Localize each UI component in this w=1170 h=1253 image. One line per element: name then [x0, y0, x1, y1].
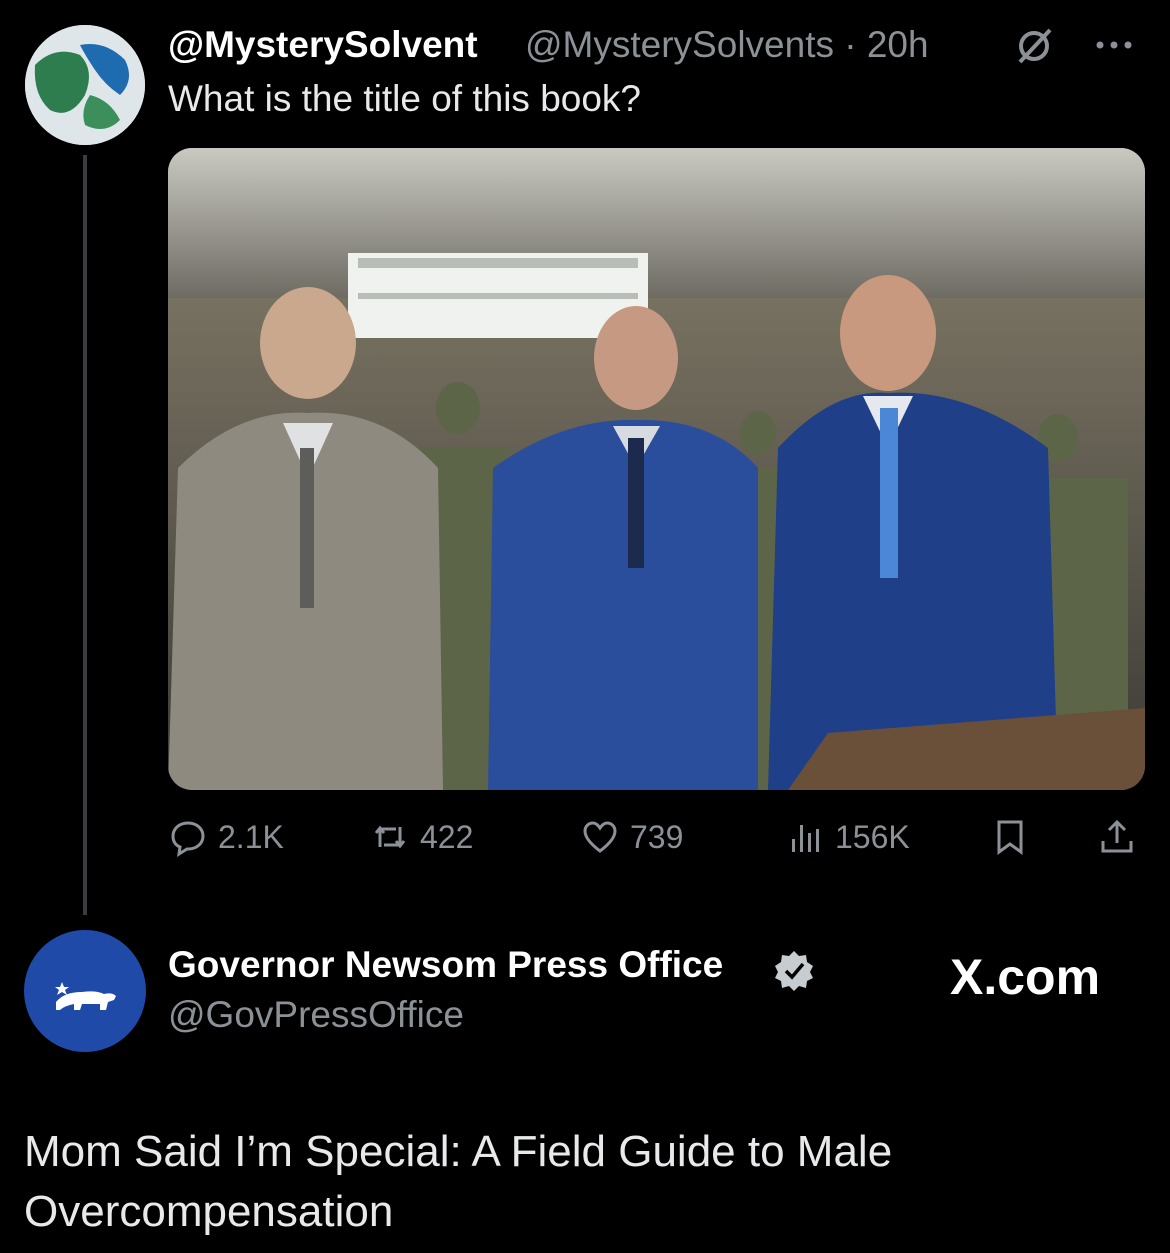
repost-icon: [374, 825, 406, 849]
reply-icon: [171, 821, 205, 857]
photo-image: [168, 148, 1145, 790]
map-avatar-image: [25, 25, 145, 145]
like-count: 739: [630, 818, 684, 855]
grok-icon[interactable]: [1010, 26, 1058, 66]
reply-button[interactable]: 2.1K: [168, 812, 284, 862]
avatar-mysterysolvent[interactable]: [25, 25, 145, 145]
repost-count: 422: [420, 818, 474, 855]
reply-author-handle[interactable]: @GovPressOffice: [168, 994, 464, 1036]
bookmark-icon: [997, 820, 1023, 855]
thread-line: [83, 155, 87, 915]
avatar-govpressoffice[interactable]: [24, 930, 146, 1052]
bookmark-button[interactable]: [990, 812, 1030, 862]
verified-badge-icon: [772, 948, 816, 992]
reply-author-name[interactable]: Governor Newsom Press Office: [168, 944, 723, 986]
author-handle-time[interactable]: @MysterySolvents · 20h: [525, 24, 929, 66]
share-button[interactable]: [1097, 812, 1137, 862]
views-icon: [792, 825, 819, 852]
bear-icon: [55, 982, 116, 1010]
reply-text: Mom Said I’m Special: A Field Guide to M…: [24, 1127, 893, 1236]
views-button[interactable]: 156K: [785, 812, 910, 862]
repost-button[interactable]: 422: [370, 812, 473, 862]
author-name[interactable]: @MysterySolvent: [168, 24, 478, 66]
reply-count: 2.1K: [218, 818, 284, 855]
views-count: 156K: [835, 818, 910, 855]
tweet-text: What is the title of this book?: [168, 78, 642, 119]
site-label: X.com: [950, 949, 1101, 1005]
share-icon: [1101, 819, 1133, 853]
more-icon[interactable]: [1090, 30, 1140, 60]
like-icon: [583, 821, 617, 853]
like-button[interactable]: 739: [580, 812, 683, 862]
tweet-photo[interactable]: [168, 148, 1145, 790]
